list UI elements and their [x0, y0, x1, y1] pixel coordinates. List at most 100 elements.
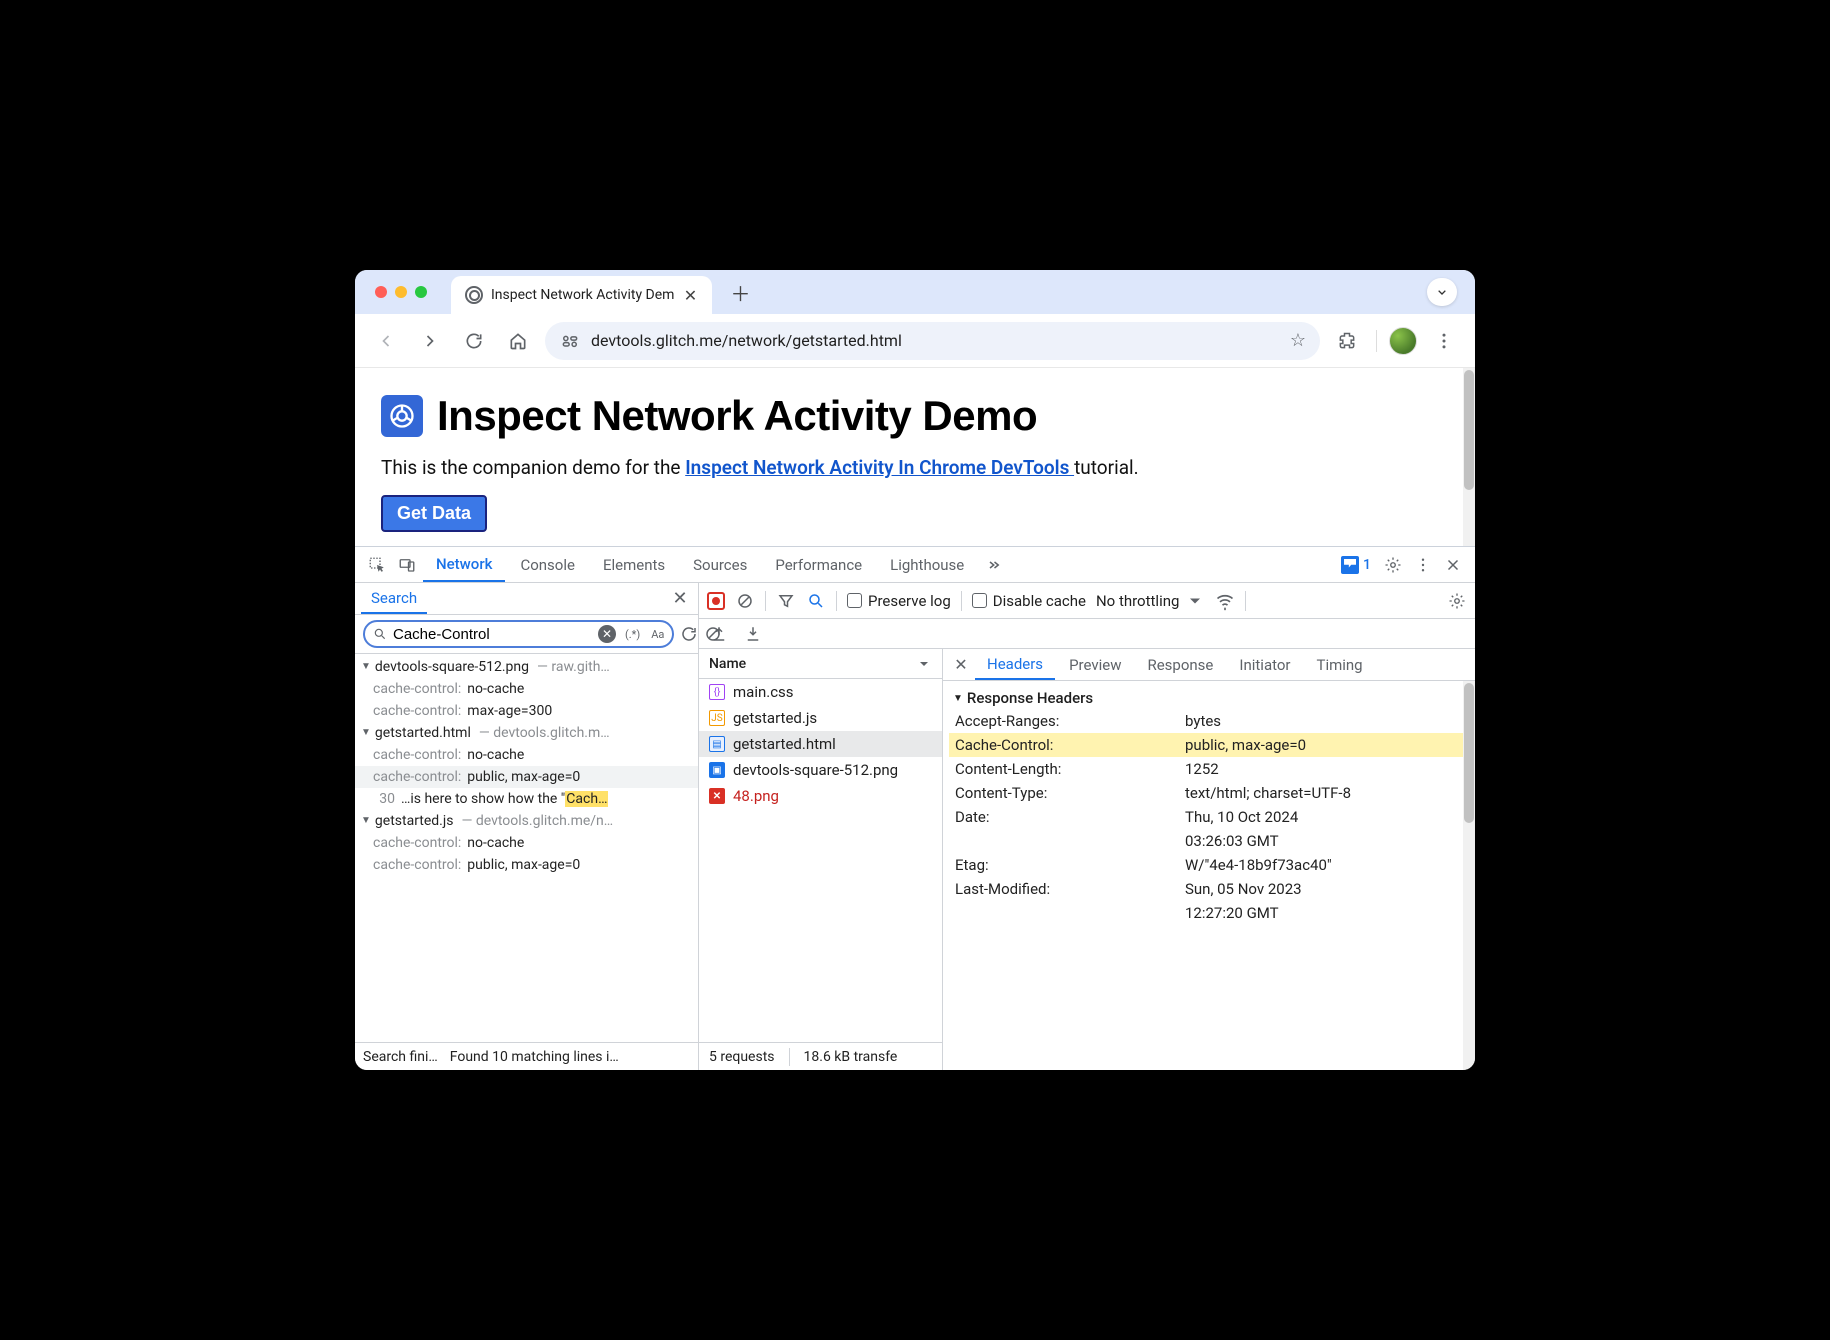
- header-row[interactable]: 03:26:03 GMT: [949, 829, 1475, 853]
- clear-search-icon[interactable]: ✕: [598, 625, 616, 643]
- clear-button[interactable]: [735, 592, 755, 610]
- search-panel: Search ✕ ✕ (.*) Aa: [355, 583, 699, 1070]
- get-data-button[interactable]: Get Data: [381, 495, 487, 532]
- detail-scrollbar[interactable]: [1463, 681, 1475, 1070]
- search-result-line[interactable]: cache-control:public, max-age=0: [355, 854, 698, 876]
- issues-icon: [1341, 556, 1359, 574]
- search-toggle-icon[interactable]: [806, 592, 826, 610]
- sort-icon: [916, 656, 932, 672]
- detail-tab-headers[interactable]: Headers: [975, 649, 1055, 680]
- detail-tab-timing[interactable]: Timing: [1305, 649, 1375, 680]
- desc-suffix: tutorial.: [1074, 456, 1139, 479]
- chrome-menu-button[interactable]: [1427, 324, 1461, 358]
- close-tab-button[interactable]: ✕: [682, 287, 698, 303]
- case-toggle[interactable]: Aa: [649, 628, 666, 641]
- search-result-file[interactable]: ▼devtools-square-512.png— raw.gith…: [355, 656, 698, 678]
- import-har-icon[interactable]: [743, 625, 763, 643]
- tab-network[interactable]: Network: [423, 547, 505, 582]
- page-scrollbar-thumb[interactable]: [1464, 370, 1474, 490]
- search-result-file[interactable]: ▼getstarted.html— devtools.glitch.m…: [355, 722, 698, 744]
- detail-tabs: ✕ Headers Preview Response Initiator Tim…: [943, 649, 1475, 681]
- search-result-line[interactable]: cache-control:no-cache: [355, 744, 698, 766]
- devtools-menu-icon[interactable]: [1409, 551, 1437, 579]
- record-button[interactable]: [707, 592, 725, 610]
- tutorial-link[interactable]: Inspect Network Activity In Chrome DevTo…: [685, 456, 1074, 479]
- reload-button[interactable]: [457, 324, 491, 358]
- header-row[interactable]: Cache-Control:public, max-age=0: [949, 733, 1475, 757]
- close-detail-button[interactable]: ✕: [949, 655, 973, 674]
- throttling-select[interactable]: No throttling: [1096, 591, 1205, 611]
- request-list: Name {}main.cssJSgetstarted.js▤getstarte…: [699, 649, 943, 1070]
- refresh-search-icon[interactable]: [680, 625, 698, 643]
- tab-console[interactable]: Console: [507, 547, 588, 582]
- request-row[interactable]: JSgetstarted.js: [699, 705, 942, 731]
- detail-tab-preview[interactable]: Preview: [1057, 649, 1133, 680]
- search-tab[interactable]: Search: [361, 583, 427, 614]
- tab-sources[interactable]: Sources: [680, 547, 760, 582]
- address-bar[interactable]: devtools.glitch.me/network/getstarted.ht…: [545, 322, 1320, 360]
- request-row[interactable]: {}main.css: [699, 679, 942, 705]
- forward-button[interactable]: [413, 324, 447, 358]
- search-input[interactable]: [393, 626, 592, 643]
- filter-icon[interactable]: [776, 592, 796, 610]
- tab-performance[interactable]: Performance: [762, 547, 875, 582]
- network-panel: Preserve log Disable cache No throttling: [699, 583, 1475, 1070]
- header-row[interactable]: Accept-Ranges:bytes: [949, 709, 1475, 733]
- tab-lighthouse[interactable]: Lighthouse: [877, 547, 977, 582]
- maximize-window-button[interactable]: [415, 286, 427, 298]
- search-input-row: ✕ (.*) Aa: [355, 615, 698, 654]
- page-description: This is the companion demo for the Inspe…: [381, 456, 1449, 479]
- tabs-menu-button[interactable]: [1427, 278, 1457, 306]
- browser-tab[interactable]: Inspect Network Activity Dem ✕: [451, 276, 712, 314]
- detail-tab-initiator[interactable]: Initiator: [1227, 649, 1302, 680]
- search-result-line[interactable]: cache-control:no-cache: [355, 832, 698, 854]
- page-content: Inspect Network Activity Demo This is th…: [355, 368, 1475, 546]
- devtools-settings-icon[interactable]: [1379, 551, 1407, 579]
- issues-button[interactable]: 1: [1335, 556, 1377, 574]
- request-row[interactable]: ▣devtools-square-512.png: [699, 757, 942, 783]
- profile-avatar[interactable]: [1389, 327, 1417, 355]
- header-row[interactable]: Content-Length:1252: [949, 757, 1475, 781]
- preserve-log-checkbox[interactable]: Preserve log: [847, 592, 951, 610]
- site-info-icon[interactable]: [559, 330, 581, 352]
- header-row[interactable]: Date:Thu, 10 Oct 2024: [949, 805, 1475, 829]
- back-button[interactable]: [369, 324, 403, 358]
- tab-strip: Inspect Network Activity Dem ✕ ＋: [355, 270, 1475, 314]
- network-conditions-icon[interactable]: [1215, 591, 1235, 611]
- extensions-button[interactable]: [1330, 324, 1364, 358]
- minimize-window-button[interactable]: [395, 286, 407, 298]
- close-search-panel[interactable]: ✕: [668, 588, 692, 609]
- device-toolbar-icon[interactable]: [393, 551, 421, 579]
- search-result-file[interactable]: ▼getstarted.js— devtools.glitch.me/n…: [355, 810, 698, 832]
- home-button[interactable]: [501, 324, 535, 358]
- search-result-line[interactable]: 30…is here to show how the "Cach…: [355, 788, 698, 810]
- tab-elements[interactable]: Elements: [590, 547, 678, 582]
- new-tab-button[interactable]: ＋: [726, 278, 754, 306]
- search-results: ▼devtools-square-512.png— raw.gith…cache…: [355, 654, 698, 1042]
- detail-tab-response[interactable]: Response: [1135, 649, 1225, 680]
- regex-toggle[interactable]: (.*): [622, 627, 643, 642]
- export-har-icon[interactable]: [709, 625, 729, 643]
- network-settings-icon[interactable]: [1447, 592, 1467, 610]
- search-result-line[interactable]: cache-control:max-age=300: [355, 700, 698, 722]
- header-row[interactable]: 12:27:20 GMT: [949, 901, 1475, 925]
- close-window-button[interactable]: [375, 286, 387, 298]
- header-row[interactable]: Content-Type:text/html; charset=UTF-8: [949, 781, 1475, 805]
- search-result-line[interactable]: cache-control:public, max-age=0: [355, 766, 698, 788]
- header-row[interactable]: Etag:W/"4e4-18b9f73ac40": [949, 853, 1475, 877]
- page-scrollbar[interactable]: [1463, 368, 1475, 546]
- disable-cache-checkbox[interactable]: Disable cache: [972, 592, 1086, 610]
- response-headers-section[interactable]: ▼Response Headers: [949, 687, 1475, 709]
- search-input-pill[interactable]: ✕ (.*) Aa: [363, 620, 674, 648]
- request-row[interactable]: ✕48.png: [699, 783, 942, 809]
- request-row[interactable]: ▤getstarted.html: [699, 731, 942, 757]
- bookmark-star-icon[interactable]: ☆: [1290, 330, 1306, 351]
- more-tabs-button[interactable]: [979, 551, 1007, 579]
- header-row[interactable]: Last-Modified:Sun, 05 Nov 2023: [949, 877, 1475, 901]
- request-list-header[interactable]: Name: [699, 649, 942, 679]
- detail-scrollbar-thumb[interactable]: [1464, 683, 1474, 823]
- close-devtools-button[interactable]: [1439, 551, 1467, 579]
- request-name: devtools-square-512.png: [733, 761, 898, 779]
- search-result-line[interactable]: cache-control:no-cache: [355, 678, 698, 700]
- inspect-element-icon[interactable]: [363, 551, 391, 579]
